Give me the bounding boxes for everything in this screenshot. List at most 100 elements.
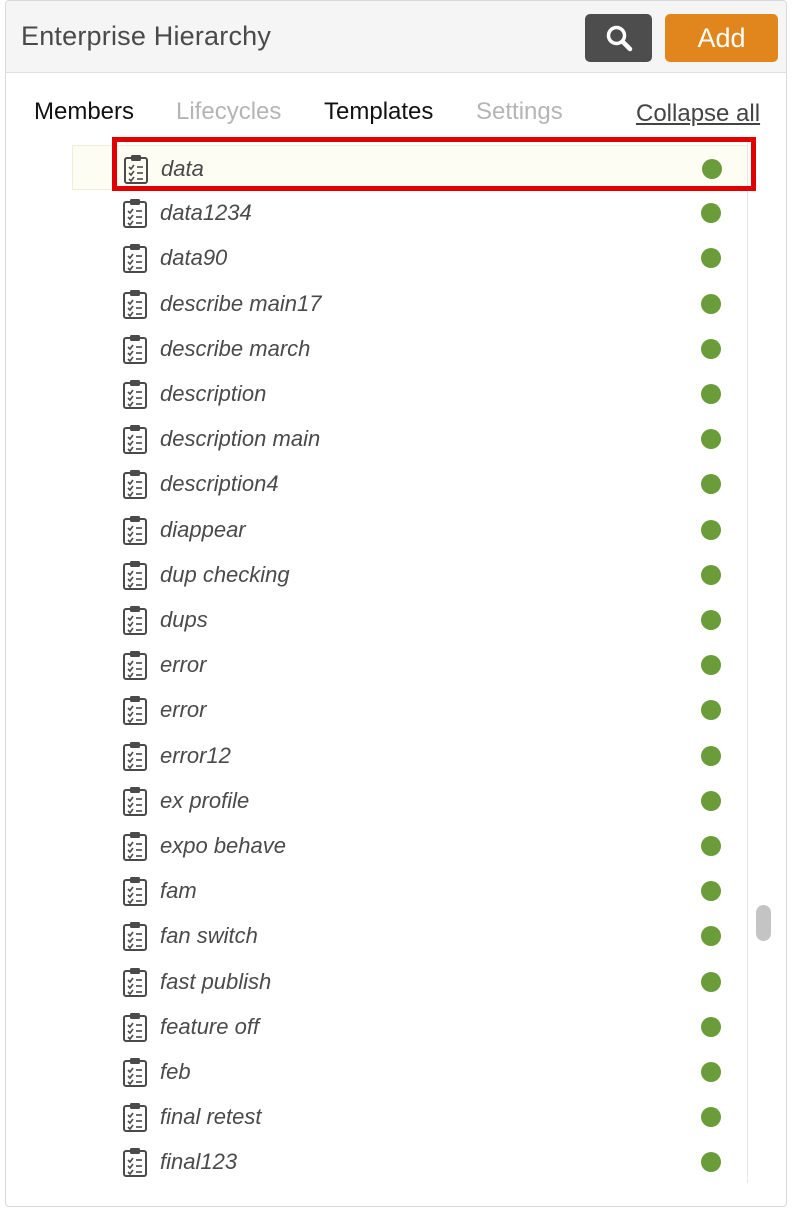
clipboard-checklist-icon [122,243,148,274]
clipboard-checklist-icon [122,605,148,635]
list-item-label: final123 [160,1149,238,1175]
status-dot [702,159,722,179]
panel-title: Enterprise Hierarchy [21,21,272,51]
clipboard-checklist-icon [122,786,148,816]
list-item-label: diappear [160,516,246,542]
status-dot [701,971,721,992]
list-item[interactable]: feb [72,1049,748,1094]
list-item[interactable]: data90 [72,235,748,280]
template-list: data data1234 data90 describe main17 describ… [6,143,786,1183]
clipboard-checklist-icon [122,198,148,229]
tab-settings[interactable]: Settings [476,98,563,126]
tab-templates[interactable]: Templates [324,98,433,126]
list-item-label: describe march [160,335,311,361]
clipboard-checklist-icon [122,741,148,771]
status-dot [701,655,721,676]
status-dot [701,203,721,224]
tab-bar: Members Lifecycles Templates Settings Co… [6,73,786,143]
list-item[interactable]: description [72,371,748,416]
list-item[interactable]: final retest [72,1094,748,1139]
search-button[interactable] [585,14,652,62]
clipboard-checklist-icon [122,289,148,319]
list-item-label: final retest [160,1104,262,1130]
clipboard-checklist-icon [122,1057,148,1087]
list-item[interactable]: describe main17 [72,281,748,326]
status-dot [701,745,721,766]
list-item-label: data [161,156,204,181]
clipboard-checklist-icon [122,1147,148,1178]
status-dot [701,338,721,359]
list-item[interactable]: data1234 [72,190,748,235]
clipboard-checklist-icon [122,876,148,907]
tab-members[interactable]: Members [34,98,134,126]
status-dot [701,293,721,314]
list-item-label: error [160,697,207,723]
list-item-label: data90 [160,245,228,271]
clipboard-checklist-icon [122,650,148,681]
status-dot [701,790,721,811]
status-dot [701,1062,721,1082]
list-item[interactable]: describe march [72,326,748,371]
list-item[interactable]: fam [72,868,748,913]
list-item-label: fam [160,878,197,904]
list-item-label: fast publish [160,968,272,994]
status-dot [701,564,721,585]
add-button[interactable]: Add [665,14,778,62]
list-item-label: error12 [160,742,231,768]
status-dot [701,1016,721,1037]
list-item[interactable]: description main [72,416,748,461]
status-dot [701,836,721,856]
clipboard-checklist-icon [122,424,148,455]
list-item[interactable]: dups [72,597,748,642]
list-item[interactable]: diappear [72,507,748,552]
clipboard-checklist-icon [122,967,148,997]
list-item-label: data1234 [160,200,252,226]
status-dot [701,1152,721,1173]
list-item[interactable]: fan switch [72,913,748,958]
list-item-label: dup checking [160,561,290,587]
status-dot [701,248,721,269]
list-item[interactable]: dup checking [72,552,748,597]
list-item[interactable]: error12 [72,733,748,778]
list-item[interactable]: feature off [72,1004,748,1049]
panel-header: Enterprise Hierarchy Add [6,1,786,73]
list-item-label: dups [160,607,208,632]
clipboard-checklist-icon [122,1102,148,1133]
status-dot [701,881,721,902]
status-dot [701,474,721,495]
clipboard-checklist-icon [122,379,148,409]
list-item-label: feature off [160,1013,260,1039]
list-item-label: description main [160,426,321,452]
scrollbar-track[interactable] [748,143,768,1183]
list-item-label: expo behave [160,833,286,858]
scrollbar-thumb[interactable] [756,905,771,941]
clipboard-checklist-icon [122,695,148,726]
clipboard-checklist-icon [122,831,148,861]
collapse-all-link[interactable]: Collapse all [636,100,760,128]
clipboard-checklist-icon [122,469,148,500]
list-item[interactable]: error [72,642,748,687]
list-item[interactable]: ex profile [72,778,748,823]
list-item-label: description4 [160,471,279,497]
list-item[interactable]: final123 [72,1139,748,1184]
list-item-label: description [160,381,267,406]
list-item[interactable]: error [72,687,748,732]
clipboard-checklist-icon [122,515,148,545]
clipboard-checklist-icon [122,1012,148,1042]
list-item-label: error [160,652,207,678]
clipboard-checklist-icon [122,334,148,364]
status-dot [701,384,721,404]
list-item-label: fan switch [160,923,258,949]
list-item[interactable]: description4 [72,461,748,506]
status-dot [701,519,721,540]
status-dot [701,926,721,947]
list-item-label: feb [160,1059,191,1084]
tab-lifecycles[interactable]: Lifecycles [176,98,281,126]
clipboard-checklist-icon [123,154,149,184]
status-dot [701,610,721,630]
list-item[interactable]: fast publish [72,959,748,1004]
list-item[interactable]: expo behave [72,823,748,868]
enterprise-hierarchy-panel: Enterprise Hierarchy Add Members Lifecyc… [5,0,787,1207]
status-dot [701,429,721,450]
list-item[interactable]: data [72,145,748,190]
